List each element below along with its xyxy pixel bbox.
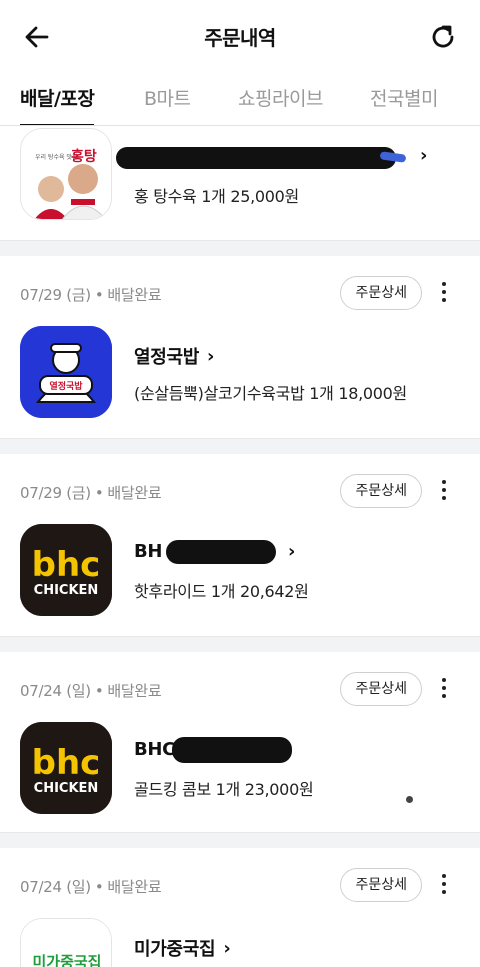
order-detail-button[interactable]: 주문상세 — [340, 672, 422, 706]
logo-brand-subtext: CHICKEN — [34, 583, 99, 598]
tab-delivery[interactable]: 배달/포장 — [20, 72, 95, 125]
order-date: 07/29 (금) — [20, 484, 91, 502]
order-card: 07/29 (금) • 배달완료 주문상세 열정국밥 열정국밥 › (순살듬뿍)살코기… — [0, 256, 480, 438]
order-menu: (순살듬뿍)살코기수육국밥 1개 18,000원 — [134, 384, 407, 403]
speck — [406, 796, 413, 803]
order-status: 배달완료 — [107, 286, 162, 304]
store-logo: 우리 탕수육 맛집 홍탕 — [20, 128, 112, 220]
tab-bmart[interactable]: B마트 — [144, 72, 191, 125]
order-menu: 핫후라이드 1개 20,642원 — [134, 582, 309, 601]
store-name[interactable]: 열정국밥 › — [134, 343, 214, 369]
chevron-right-icon: › — [223, 937, 231, 959]
order-meta: 07/29 (금) • 배달완료 — [20, 286, 162, 304]
order-status: 배달완료 — [107, 484, 162, 502]
order-meta: 07/24 (일) • 배달완료 — [20, 682, 162, 700]
page-title: 주문내역 — [204, 25, 276, 50]
more-options-icon[interactable] — [434, 480, 454, 502]
order-date: 07/24 (일) — [20, 682, 91, 700]
divider — [0, 636, 480, 652]
chevron-right-icon: › — [207, 345, 215, 367]
logo-brand-text: 미가중국집 — [32, 953, 101, 967]
redacted-store-name — [116, 147, 396, 169]
order-card: 07/29 (금) • 배달완료 주문상세 bhc CHICKEN BH › 핫후라… — [0, 454, 480, 636]
order-meta: 07/24 (일) • 배달완료 — [20, 878, 162, 896]
divider — [0, 438, 480, 454]
store-logo: 열정국밥 — [20, 326, 112, 418]
order-date: 07/24 (일) — [20, 878, 91, 896]
app-header: 주문내역 — [0, 0, 480, 72]
order-menu: 홍 탕수육 1개 25,000원 — [134, 187, 299, 206]
redacted-store-name — [172, 737, 292, 763]
more-options-icon[interactable] — [434, 874, 454, 896]
divider — [0, 240, 480, 256]
divider — [0, 832, 480, 848]
store-name[interactable]: BHC — [134, 739, 175, 760]
order-card: 07/24 (일) • 배달완료 주문상세 미가중국집 미가중국집 › — [0, 848, 480, 967]
more-options-icon[interactable] — [434, 678, 454, 700]
tab-shopping-live[interactable]: 쇼핑라이브 — [238, 72, 323, 125]
store-chevron[interactable]: › — [280, 541, 295, 562]
order-detail-button[interactable]: 주문상세 — [340, 868, 422, 902]
store-name[interactable]: 미가중국집 › — [134, 935, 231, 961]
order-date: 07/29 (금) — [20, 286, 91, 304]
more-options-icon[interactable] — [434, 282, 454, 304]
logo-brand-text: 열정국밥 — [49, 380, 83, 392]
order-detail-button[interactable]: 주문상세 — [340, 474, 422, 508]
arrow-left-icon[interactable] — [22, 22, 52, 52]
logo-brand-text: bhc — [32, 545, 101, 585]
order-status: 배달완료 — [107, 682, 162, 700]
order-card[interactable]: 우리 탕수육 맛집 홍탕 › 홍 탕수육 1개 25,000원 — [0, 127, 480, 240]
order-menu: 골드킹 콤보 1개 23,000원 — [134, 780, 314, 799]
order-card: 07/24 (일) • 배달완료 주문상세 bhc CHICKEN BHC 골드킹 … — [0, 652, 480, 832]
store-logo: bhc CHICKEN — [20, 524, 112, 616]
store-name[interactable]: BH — [134, 541, 162, 562]
redacted-store-name — [166, 540, 276, 564]
logo-brand-text: bhc — [32, 743, 101, 783]
refresh-icon[interactable] — [428, 22, 458, 52]
tab-nationwide[interactable]: 전국별미 — [370, 72, 438, 125]
tab-bar: 배달/포장 B마트 쇼핑라이브 전국별미 — [0, 72, 480, 126]
logo-brand-subtext: CHICKEN — [34, 781, 99, 796]
store-logo: 미가중국집 — [20, 918, 112, 967]
store-chevron[interactable]: › — [412, 145, 427, 166]
order-meta: 07/29 (금) • 배달완료 — [20, 484, 162, 502]
logo-brand-text: 홍탕 — [71, 148, 97, 165]
store-logo: bhc CHICKEN — [20, 722, 112, 814]
order-detail-button[interactable]: 주문상세 — [340, 276, 422, 310]
order-status: 배달완료 — [107, 878, 162, 896]
